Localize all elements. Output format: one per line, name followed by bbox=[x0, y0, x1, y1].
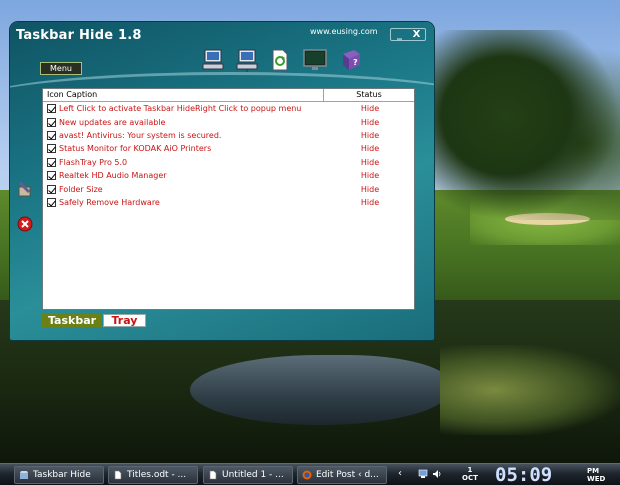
window-title: Taskbar Hide 1.8 bbox=[16, 28, 142, 43]
window-controls: _ X bbox=[390, 28, 426, 41]
list-item[interactable]: FlashTray Pro 5.0 Hide bbox=[43, 156, 414, 169]
row-caption: Left Click to activate Taskbar HideRight… bbox=[59, 104, 302, 114]
row-checkbox[interactable] bbox=[47, 184, 56, 194]
taskbar-button[interactable]: Edit Post ‹ d... bbox=[297, 466, 387, 484]
tray-date: 1 OCT bbox=[462, 466, 478, 482]
row-checkbox[interactable] bbox=[47, 130, 56, 140]
menu-button[interactable]: Menu bbox=[40, 62, 82, 75]
network-tray-icon[interactable] bbox=[418, 469, 428, 479]
document-icon bbox=[209, 470, 217, 480]
volume-tray-icon[interactable] bbox=[432, 469, 442, 479]
desktop-trees bbox=[430, 30, 620, 220]
row-status[interactable]: Hide bbox=[326, 198, 414, 207]
date-month: OCT bbox=[462, 474, 478, 482]
row-checkbox[interactable] bbox=[47, 104, 56, 114]
row-caption: Status Monitor for KODAK AiO Printers bbox=[59, 144, 212, 154]
list-item[interactable]: Left Click to activate Taskbar HideRight… bbox=[43, 102, 414, 115]
row-status[interactable]: Hide bbox=[326, 118, 414, 127]
close-button[interactable]: X bbox=[408, 29, 425, 40]
row-caption: Realtek HD Audio Manager bbox=[59, 171, 167, 181]
document-icon bbox=[114, 470, 122, 480]
list-rows: Left Click to activate Taskbar HideRight… bbox=[43, 102, 414, 209]
row-caption: FlashTray Pro 5.0 bbox=[59, 157, 128, 167]
taskbar-button-label: Edit Post ‹ d... bbox=[316, 470, 379, 480]
delete-icon[interactable] bbox=[16, 215, 34, 233]
taskbar-button-label: Taskbar Hide bbox=[33, 470, 91, 480]
list-item[interactable]: Realtek HD Audio Manager Hide bbox=[43, 169, 414, 182]
clock-ampm: PM bbox=[587, 467, 600, 475]
taskbar-button[interactable]: Taskbar Hide bbox=[14, 466, 104, 484]
date-day: 1 bbox=[467, 466, 473, 474]
row-status[interactable]: Hide bbox=[326, 158, 414, 167]
row-status[interactable]: Hide bbox=[326, 104, 414, 113]
network-computer-icon[interactable] bbox=[234, 48, 260, 72]
tray-expand-arrow[interactable]: ‹ bbox=[398, 468, 402, 479]
row-status[interactable]: Hide bbox=[326, 185, 414, 194]
edit-tool-icon[interactable] bbox=[16, 180, 34, 198]
list-item[interactable]: Status Monitor for KODAK AiO Printers Hid… bbox=[43, 142, 414, 155]
row-checkbox[interactable] bbox=[47, 117, 56, 127]
desktop-rocks bbox=[440, 345, 620, 435]
list-item[interactable]: Safely Remove Hardware Hide bbox=[43, 196, 414, 209]
row-status[interactable]: Hide bbox=[326, 171, 414, 180]
firefox-icon bbox=[302, 470, 312, 480]
refresh-document-icon[interactable] bbox=[270, 48, 290, 72]
tab-taskbar[interactable]: Taskbar bbox=[42, 314, 102, 327]
list-item[interactable]: Folder Size Hide bbox=[43, 182, 414, 195]
help-book-icon[interactable]: ? bbox=[338, 48, 364, 72]
row-checkbox[interactable] bbox=[47, 157, 56, 167]
taskbar-button-label: Titles.odt - ... bbox=[127, 470, 187, 480]
row-checkbox[interactable] bbox=[47, 144, 56, 154]
row-caption: New updates are available bbox=[59, 117, 166, 127]
list-header: Icon Caption Status bbox=[43, 89, 414, 102]
taskbar-button[interactable]: Untitled 1 - ... bbox=[203, 466, 293, 484]
row-caption: avast! Antivirus: Your system is secured… bbox=[59, 130, 222, 140]
website-link[interactable]: www.eusing.com bbox=[310, 27, 378, 36]
list-item[interactable]: avast! Antivirus: Your system is secured… bbox=[43, 129, 414, 142]
list-item[interactable]: New updates are available Hide bbox=[43, 115, 414, 128]
tray-clock[interactable]: 05:09 bbox=[495, 464, 552, 485]
row-caption: Safely Remove Hardware bbox=[59, 197, 160, 207]
tab-tray[interactable]: Tray bbox=[103, 314, 146, 327]
row-status[interactable]: Hide bbox=[326, 131, 414, 140]
taskbar-hide-window: Taskbar Hide 1.8 www.eusing.com _ X Menu… bbox=[10, 22, 434, 340]
row-caption: Folder Size bbox=[59, 184, 103, 194]
column-header-status[interactable]: Status bbox=[324, 89, 414, 101]
row-status[interactable]: Hide bbox=[326, 144, 414, 153]
monitor-icon[interactable] bbox=[302, 48, 328, 72]
os-taskbar: Taskbar Hide Titles.odt - ... Untitled 1 -… bbox=[0, 463, 620, 485]
taskbar-button[interactable]: Titles.odt - ... bbox=[108, 466, 198, 484]
column-header-caption[interactable]: Icon Caption bbox=[43, 89, 324, 101]
desktop-water bbox=[190, 355, 450, 425]
icon-list: Icon Caption Status Left Click to activa… bbox=[42, 88, 415, 310]
row-checkbox[interactable] bbox=[47, 197, 56, 207]
app-icon bbox=[20, 471, 28, 479]
row-checkbox[interactable] bbox=[47, 171, 56, 181]
minimize-button[interactable]: _ bbox=[391, 29, 408, 40]
svg-text:?: ? bbox=[353, 58, 358, 67]
taskbar-button-label: Untitled 1 - ... bbox=[222, 470, 284, 480]
tray-ampm-weekday: PM WED bbox=[587, 467, 605, 483]
computer-icon[interactable] bbox=[200, 48, 226, 72]
clock-weekday: WED bbox=[587, 475, 606, 483]
